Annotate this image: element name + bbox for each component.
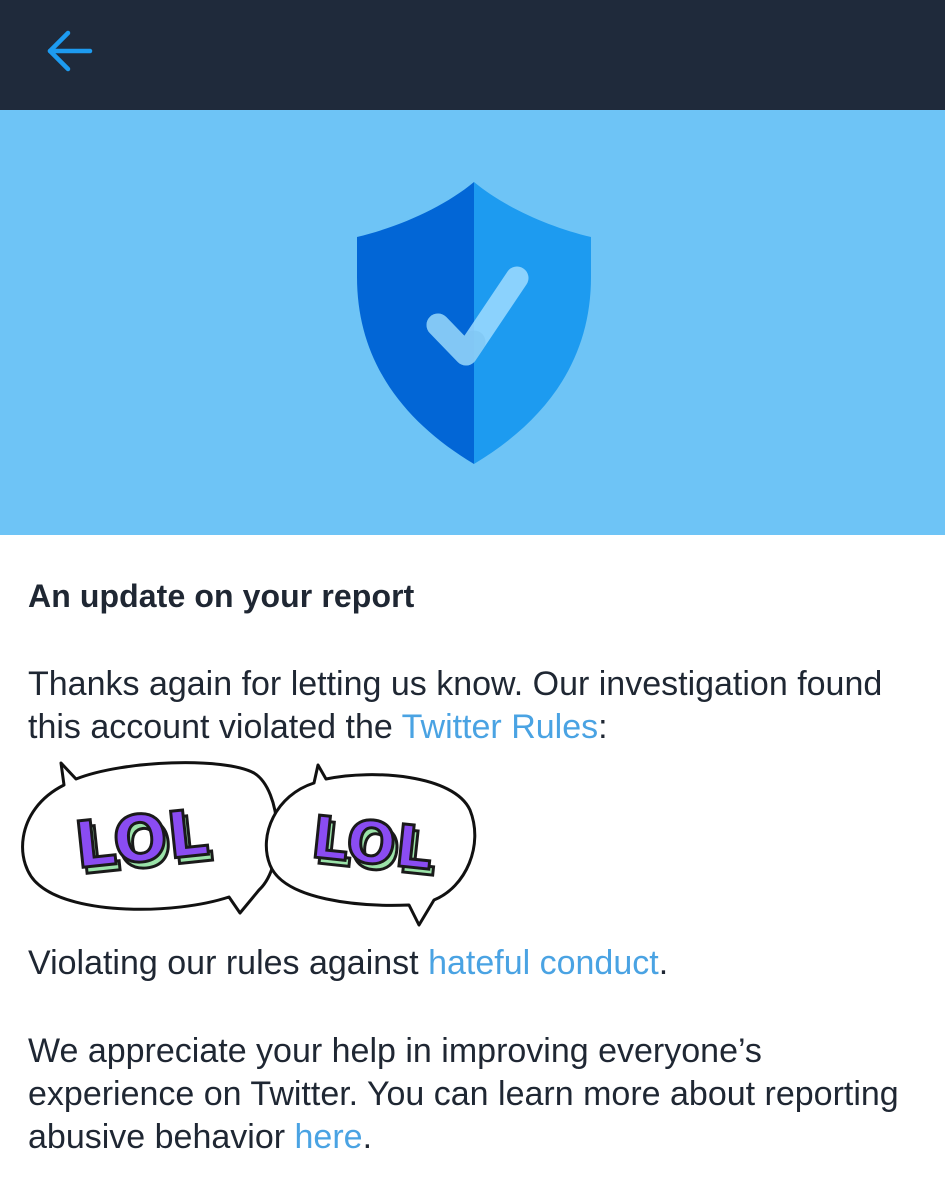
lol-sticker-image: LOL LOL LOL LOL <box>21 761 477 927</box>
top-app-bar <box>0 0 945 110</box>
lol-word-right-front: LOL <box>308 803 436 883</box>
appreciation-text: We appreciate your help in improving eve… <box>28 1032 899 1156</box>
report-title: An update on your report <box>28 578 415 614</box>
investigation-paragraph: Thanks again for letting us know. Our in… <box>28 663 918 749</box>
violation-paragraph: Violating our rules against hateful cond… <box>28 942 918 985</box>
shield-check-icon <box>357 182 591 464</box>
twitter-rules-link[interactable]: Twitter Rules <box>402 708 599 746</box>
arrow-left-icon <box>47 30 93 72</box>
violation-suffix: . <box>658 944 669 982</box>
appreciation-suffix: . <box>362 1118 373 1156</box>
hero-banner <box>0 110 945 535</box>
violation-text: Violating our rules against <box>28 944 429 982</box>
lol-word-left-front: LOL <box>71 796 212 884</box>
lol-bubble-right: LOL LOL <box>264 763 477 927</box>
hateful-conduct-link[interactable]: hateful conduct <box>428 944 659 982</box>
appreciation-paragraph: We appreciate your help in improving eve… <box>28 1030 918 1159</box>
investigation-suffix: : <box>598 708 608 746</box>
here-link[interactable]: here <box>295 1118 363 1156</box>
back-button[interactable] <box>36 22 102 80</box>
lol-bubble-left: LOL LOL <box>21 761 279 915</box>
